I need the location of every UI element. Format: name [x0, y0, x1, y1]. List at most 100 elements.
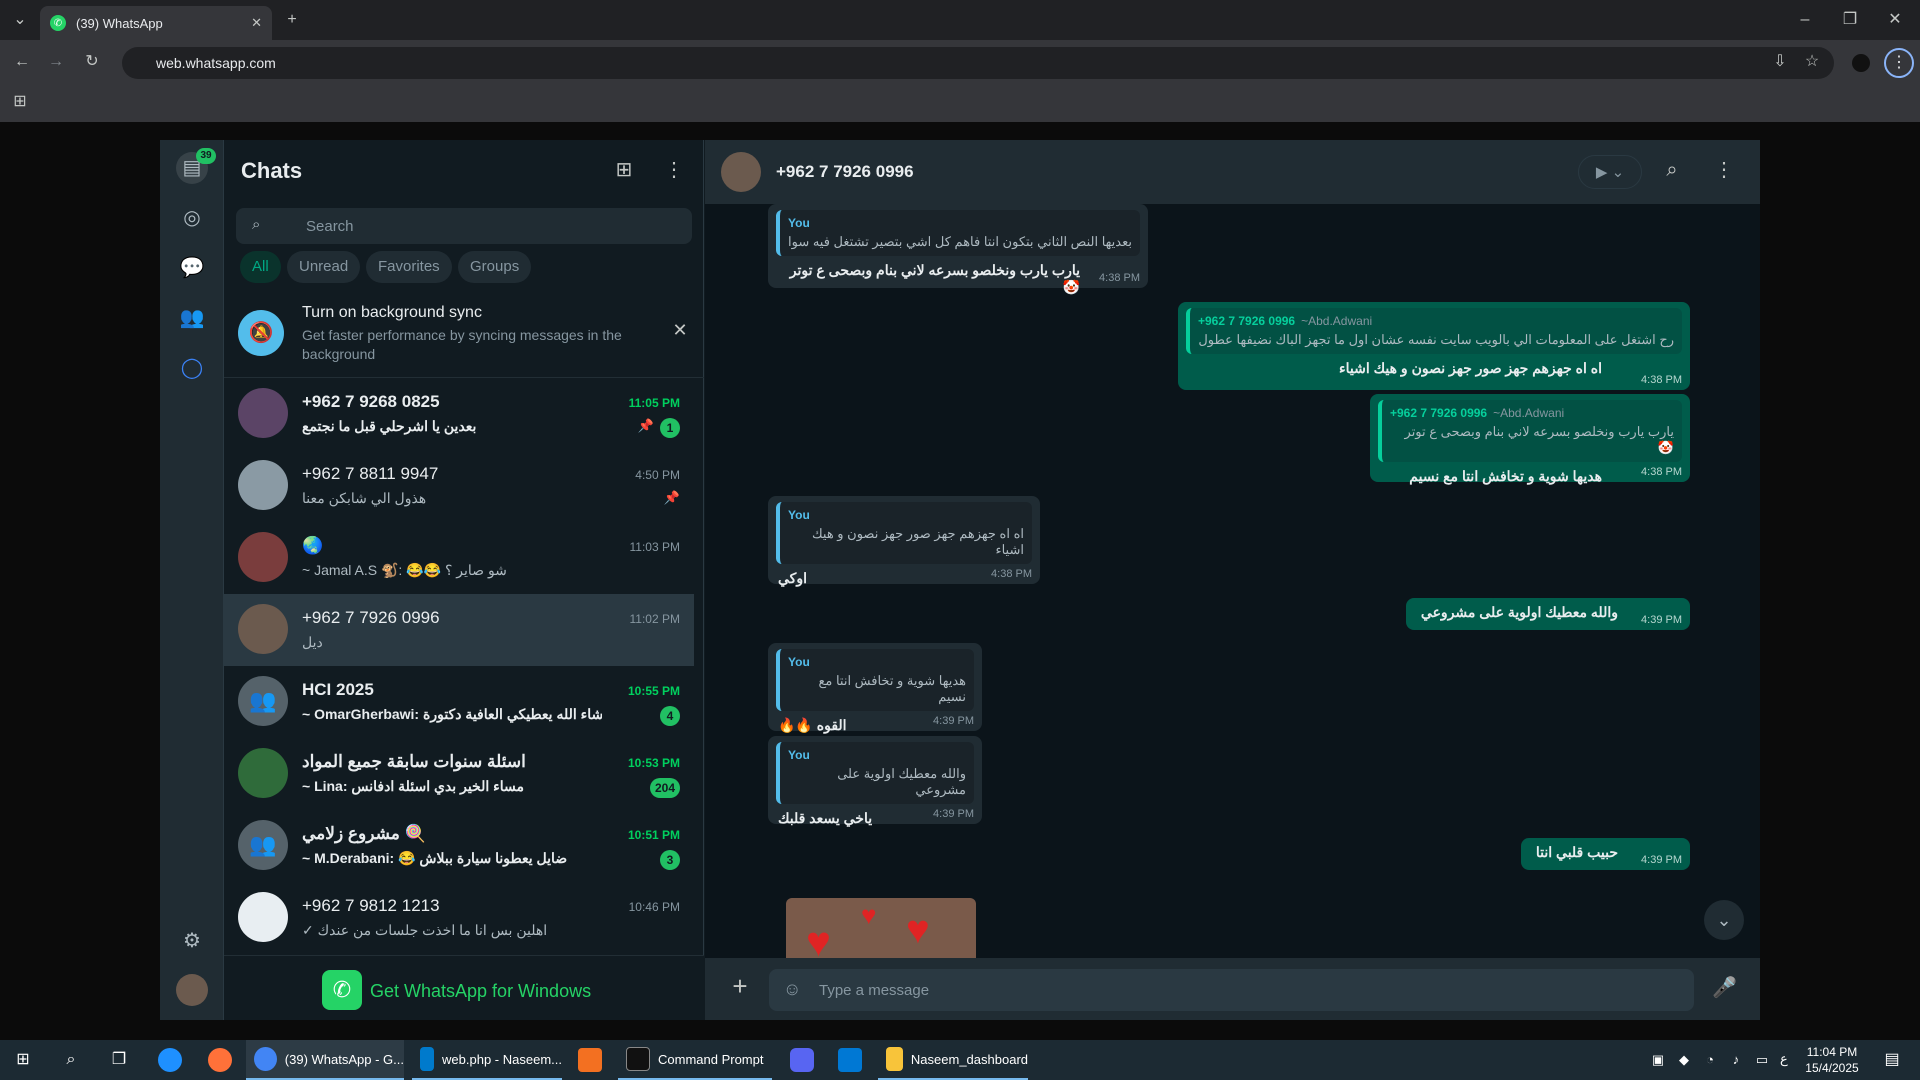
wifi-icon[interactable]: ◔ [1700, 1050, 1720, 1070]
quoted-message[interactable]: You هديها شوية و تخافش انتا مع نسيم [776, 649, 974, 711]
quoted-message[interactable]: You اه اه جهزهم جهز صور جهز نصون و هيك ا… [776, 502, 1032, 564]
filter-all[interactable]: All [240, 251, 281, 283]
battery-icon[interactable]: ▭ [1752, 1050, 1772, 1070]
settings-gear-icon[interactable]: ⚙ [176, 925, 208, 957]
firefox-icon[interactable] [208, 1048, 232, 1072]
edge-icon[interactable] [158, 1048, 182, 1072]
filter-favorites[interactable]: Favorites [366, 251, 452, 283]
message-outgoing[interactable]: حبيب قلبي انتا 4:39 PM [1521, 838, 1690, 870]
language-indicator[interactable]: ع [1780, 1051, 1788, 1067]
profile-icon[interactable] [1852, 54, 1870, 72]
search-placeholder: Search [306, 217, 354, 235]
video-call-icon[interactable]: ▶ ⌄ [1578, 155, 1642, 189]
communities-nav-icon[interactable]: 👥 [176, 302, 208, 334]
volume-icon[interactable]: ♪ [1726, 1050, 1746, 1070]
chats-title: Chats [241, 158, 303, 183]
search-input[interactable]: ⌕ Search [236, 208, 692, 244]
chat-row[interactable]: 🌏 ~ Jamal A.S 🐒: 😂😂 شو صاير ؟ 11:03 PM [224, 522, 694, 594]
message-input[interactable]: ☺ Type a message [769, 969, 1694, 1011]
message-incoming[interactable]: You اه اه جهزهم جهز صور جهز نصون و هيك ا… [768, 496, 1040, 586]
quote-sub: ~Abd.Adwani [1301, 314, 1373, 328]
close-banner-icon[interactable]: ✕ [670, 320, 690, 340]
attach-plus-icon[interactable]: + [728, 973, 752, 999]
new-chat-icon[interactable]: ⊞ [612, 160, 636, 180]
profile-avatar[interactable] [176, 974, 208, 1006]
outlook-icon[interactable] [838, 1048, 862, 1072]
discord-icon[interactable] [790, 1048, 814, 1072]
chat-menu-icon[interactable]: ⋮ [1712, 160, 1736, 180]
restore-icon[interactable]: ❐ [1840, 10, 1860, 30]
xampp-icon[interactable] [578, 1048, 602, 1072]
forward-icon[interactable]: → [44, 52, 68, 72]
chat-time: 11:05 PM [628, 396, 680, 410]
taskbar-vscode[interactable]: web.php - Naseem... [412, 1040, 562, 1080]
quote-text: اه اه جهزهم جهز صور جهز نصون و هيك اشياء [811, 526, 1024, 557]
windows-start-icon[interactable]: ⊞ [12, 1050, 34, 1070]
apps-grid-icon[interactable]: ⊞ [10, 92, 30, 112]
close-tab-icon[interactable]: ✕ [251, 15, 262, 31]
contact-avatar[interactable] [721, 152, 761, 192]
message-incoming[interactable]: You بعديها النص الثاني بتكون انتا فاهم ك… [768, 204, 1148, 295]
status-nav-icon[interactable]: ◎ [176, 202, 208, 234]
browser-menu-icon[interactable]: ⋮ [1884, 48, 1914, 78]
sidebar-menu-icon[interactable]: ⋮ [662, 160, 686, 180]
message-time: 4:38 PM [1641, 374, 1682, 386]
notifications-icon[interactable]: ▤ [1880, 1050, 1904, 1070]
new-tab-icon[interactable]: + [282, 10, 302, 30]
bookmarks-bar [0, 84, 1920, 122]
filter-unread[interactable]: Unread [287, 251, 361, 283]
chat-row[interactable]: +962 7 9812 1213 ✓ اهلين بس انا ما اخذت … [224, 882, 694, 954]
emoji-sticker-icon[interactable]: ☺ [783, 979, 801, 1000]
quoted-message[interactable]: You بعديها النص الثاني بتكون انتا فاهم ك… [776, 210, 1140, 256]
filter-groups[interactable]: Groups [458, 251, 532, 283]
bell-muted-icon: 🔕 [238, 310, 284, 356]
url-bar[interactable]: web.whatsapp.com [122, 47, 1834, 79]
message-time: 4:39 PM [933, 715, 974, 727]
get-app-link[interactable]: Get WhatsApp for Windows [370, 981, 591, 1002]
chat-row-selected[interactable]: +962 7 7926 0996 ديل 11:02 PM [224, 594, 694, 666]
quoted-message[interactable]: You والله معطيك اولوية على مشروعي [776, 742, 974, 804]
avatar [238, 748, 288, 798]
chat-row[interactable]: +962 7 8811 9947 هذول الي شابكن معنا 4:5… [224, 450, 694, 522]
message-incoming[interactable]: You هديها شوية و تخافش انتا مع نسيم القو… [768, 643, 982, 733]
taskbar-file-explorer[interactable]: Naseem_dashboard [878, 1040, 1028, 1080]
channels-nav-icon[interactable]: 💬 [176, 252, 208, 284]
group-avatar-icon: 👥 [238, 820, 288, 870]
contact-name[interactable]: +962 7 7926 0996 [776, 162, 914, 182]
browser-tab-whatsapp[interactable]: ✆ (39) WhatsApp ✕ [40, 6, 272, 40]
chat-row[interactable]: 👥 مشروع زلامي 🍭 ~ M.Derabani: 😂 ضايل يعط… [224, 810, 694, 882]
scroll-down-icon[interactable]: ⌄ [1704, 900, 1744, 940]
install-app-icon[interactable]: ⇩ [1770, 52, 1790, 72]
quoted-message[interactable]: +962 7 7926 0996 ~Abd.Adwani يارب يارب ون… [1378, 400, 1682, 462]
taskbar-command-prompt[interactable]: Command Prompt [618, 1040, 772, 1080]
message-outgoing[interactable]: +962 7 7926 0996 ~Abd.Adwani يارب يارب ون… [1370, 394, 1690, 484]
avatar [238, 388, 288, 438]
unread-badge: 204 [649, 778, 680, 798]
chat-name: +962 7 7926 0996 [302, 608, 440, 627]
avatar [238, 532, 288, 582]
chat-row[interactable]: اسئلة سنوات سابقة جميع المواد ~ Lina: مس… [224, 738, 694, 810]
tray-app-icon[interactable]: ▣ [1648, 1050, 1668, 1070]
minimize-icon[interactable]: – [1795, 10, 1815, 30]
image-message-hearts[interactable]: ♥ ♥ ♥ [786, 898, 976, 958]
meta-ai-icon[interactable]: ◯ [176, 352, 208, 384]
task-view-icon[interactable]: ❐ [108, 1050, 130, 1070]
clock-date: 15/4/2025 [1805, 1061, 1859, 1075]
tray-game-icon[interactable]: ◆ [1674, 1050, 1694, 1070]
message-outgoing[interactable]: والله معطيك اولوية على مشروعي 4:39 PM [1406, 598, 1690, 630]
reload-icon[interactable]: ↻ [80, 52, 104, 72]
tab-search-icon[interactable]: ⌄ [8, 10, 32, 30]
close-window-icon[interactable]: ✕ [1885, 10, 1905, 30]
microphone-icon[interactable]: 🎤 [1712, 978, 1737, 998]
message-incoming[interactable]: You والله معطيك اولوية على مشروعي ياخي ي… [768, 736, 982, 826]
back-icon[interactable]: ← [10, 52, 34, 72]
chat-row[interactable]: +962 7 9268 0825 بعدين يا اشرحلي قبل ما … [224, 378, 694, 450]
clock[interactable]: 11:04 PM 15/4/2025 [1800, 1044, 1864, 1076]
bookmark-star-icon[interactable]: ☆ [1802, 52, 1822, 72]
chat-row[interactable]: 👥 HCI 2025 ~ OmarGherbawi: ان شاء الله ي… [224, 666, 694, 738]
search-messages-icon[interactable]: ⌕ [1660, 160, 1684, 180]
taskbar-search-icon[interactable]: ⌕ [60, 1050, 82, 1070]
message-outgoing[interactable]: +962 7 7926 0996 ~Abd.Adwani رح اشتغل على… [1178, 302, 1690, 390]
quoted-message[interactable]: +962 7 7926 0996 ~Abd.Adwani رح اشتغل على… [1186, 308, 1682, 354]
taskbar-chrome-whatsapp[interactable]: (39) WhatsApp - G... [246, 1040, 404, 1080]
